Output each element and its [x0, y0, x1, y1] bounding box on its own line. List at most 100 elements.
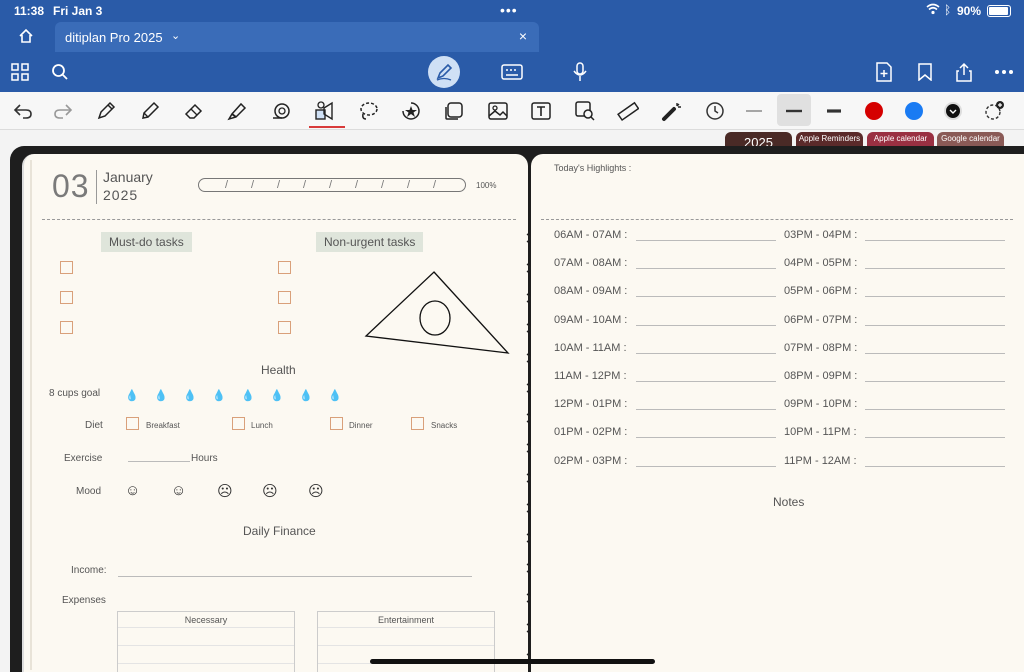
time-slot-field[interactable] — [865, 381, 1005, 382]
mood-meh-icon[interactable]: ☹ — [308, 482, 324, 500]
medium-line-icon[interactable] — [781, 98, 807, 124]
time-slot-field[interactable] — [636, 324, 776, 326]
time-slot-field[interactable] — [636, 381, 776, 382]
necessary-header: Necessary — [184, 615, 228, 625]
image-search-icon[interactable] — [572, 98, 598, 124]
mic-icon[interactable] — [568, 60, 592, 84]
mood-label: Mood — [76, 486, 102, 497]
snacks-checkbox[interactable] — [411, 417, 424, 430]
sticker-icon[interactable] — [398, 98, 424, 124]
time-slot-label: 08AM - 09AM : — [554, 285, 628, 298]
time-slot-label: 09AM - 10AM : — [554, 313, 628, 326]
tape-icon[interactable] — [268, 98, 294, 124]
redo-icon[interactable] — [50, 98, 76, 124]
mood-upset-icon[interactable]: ☹ — [262, 482, 278, 500]
clock-icon[interactable] — [702, 98, 728, 124]
multitasking-dots-icon[interactable]: ••• — [500, 2, 518, 18]
time-slot-label: 04PM - 05PM : — [784, 257, 858, 270]
hand-drawn-triangle-sketch — [364, 271, 510, 354]
close-tab-icon[interactable]: × — [519, 28, 527, 44]
color-black-swatch[interactable] — [944, 102, 962, 120]
highlighter-icon[interactable] — [224, 98, 250, 124]
must-do-tag: Must-do tasks — [101, 232, 192, 252]
lasso-icon[interactable] — [355, 98, 381, 124]
document-tab[interactable]: ditiplan Pro 2025 ⌄ × — [55, 22, 539, 52]
pen-tool-icon[interactable] — [93, 98, 119, 124]
water-drop-icon[interactable]: 💧 — [241, 389, 255, 402]
time-slot-field[interactable] — [865, 437, 1005, 439]
more-icon[interactable] — [992, 60, 1016, 84]
must-do-checkbox[interactable] — [60, 291, 73, 304]
time-slot-field[interactable] — [636, 409, 776, 411]
eraser-icon[interactable] — [181, 98, 207, 124]
day-number: 03 — [52, 168, 90, 204]
time-slot-field[interactable] — [865, 240, 1005, 241]
sticky-note-icon[interactable] — [441, 98, 467, 124]
thick-line-icon[interactable] — [821, 98, 847, 124]
add-page-icon[interactable] — [872, 60, 896, 84]
undo-icon[interactable] — [10, 98, 36, 124]
month-label: January — [103, 169, 153, 185]
time-slot-field[interactable] — [865, 296, 1005, 298]
keyboard-icon[interactable] — [500, 60, 524, 84]
time-slot-field[interactable] — [636, 268, 776, 270]
pen-mode-button[interactable] — [428, 56, 460, 88]
time-slot-field[interactable] — [636, 465, 776, 467]
water-drop-icon[interactable]: 💧 — [270, 389, 284, 402]
home-icon[interactable] — [18, 28, 34, 49]
must-do-checkbox[interactable] — [60, 261, 73, 274]
non-urgent-checkbox[interactable] — [278, 261, 291, 274]
tab-bar: ditiplan Pro 2025 ⌄ × — [0, 22, 1024, 52]
time-slot-field[interactable] — [865, 465, 1005, 467]
time-slot-field[interactable] — [636, 437, 776, 439]
time-slot-field[interactable] — [636, 352, 776, 354]
time-slot-field[interactable] — [636, 240, 776, 241]
water-drop-icon[interactable]: 💧 — [299, 389, 313, 402]
home-indicator[interactable] — [370, 659, 655, 664]
lunch-checkbox[interactable] — [232, 417, 245, 430]
search-icon[interactable] — [48, 60, 72, 84]
exercise-hours-field[interactable] — [128, 452, 190, 462]
add-color-icon[interactable] — [981, 98, 1007, 124]
water-drop-icon[interactable]: 💧 — [125, 389, 139, 402]
breakfast-checkbox[interactable] — [126, 417, 139, 430]
text-icon[interactable] — [528, 98, 554, 124]
pencil-icon[interactable] — [137, 98, 163, 124]
time-slot-field[interactable] — [865, 352, 1005, 354]
mood-happy-icon[interactable]: ☺ — [125, 482, 140, 499]
color-blue-swatch[interactable] — [905, 102, 923, 120]
time-slot-label: 09PM - 10PM : — [784, 398, 858, 411]
income-field[interactable] — [118, 565, 472, 577]
bookmark-icon[interactable] — [913, 60, 937, 84]
water-drop-icon[interactable]: 💧 — [183, 389, 197, 402]
time-slot-label: 07AM - 08AM : — [554, 257, 628, 270]
time-slot-field[interactable] — [865, 324, 1005, 326]
laser-pointer-icon[interactable] — [659, 98, 685, 124]
non-urgent-checkbox[interactable] — [278, 291, 291, 304]
grid-icon[interactable] — [8, 60, 32, 84]
time-slot-field[interactable] — [865, 409, 1005, 411]
time-slot-field[interactable] — [865, 268, 1005, 270]
notes-heading: Notes — [773, 495, 805, 509]
non-urgent-checkbox[interactable] — [278, 321, 291, 334]
necessary-expenses-table[interactable]: Necessary — [117, 611, 295, 672]
thin-line-icon[interactable] — [741, 98, 767, 124]
water-drop-icon[interactable]: 💧 — [212, 389, 226, 402]
dinner-checkbox[interactable] — [330, 417, 343, 430]
wifi-icon — [926, 3, 940, 18]
mood-content-icon[interactable]: ☺ — [171, 482, 186, 499]
share-icon[interactable] — [952, 60, 976, 84]
date-separator — [96, 170, 97, 204]
color-red-swatch[interactable] — [865, 102, 883, 120]
must-do-checkbox[interactable] — [60, 321, 73, 334]
water-drop-icon[interactable]: 💧 — [328, 389, 342, 402]
non-urgent-tag: Non-urgent tasks — [316, 232, 424, 252]
shapes-icon[interactable] — [312, 98, 338, 124]
water-drop-icon[interactable]: 💧 — [154, 389, 168, 402]
chevron-down-icon[interactable]: ⌄ — [171, 29, 180, 42]
time-slot-field[interactable] — [636, 296, 776, 298]
document-tab-title: ditiplan Pro 2025 — [65, 30, 163, 45]
ruler-icon[interactable] — [615, 98, 641, 124]
mood-sad-icon[interactable]: ☹ — [217, 482, 233, 500]
image-icon[interactable] — [485, 98, 511, 124]
